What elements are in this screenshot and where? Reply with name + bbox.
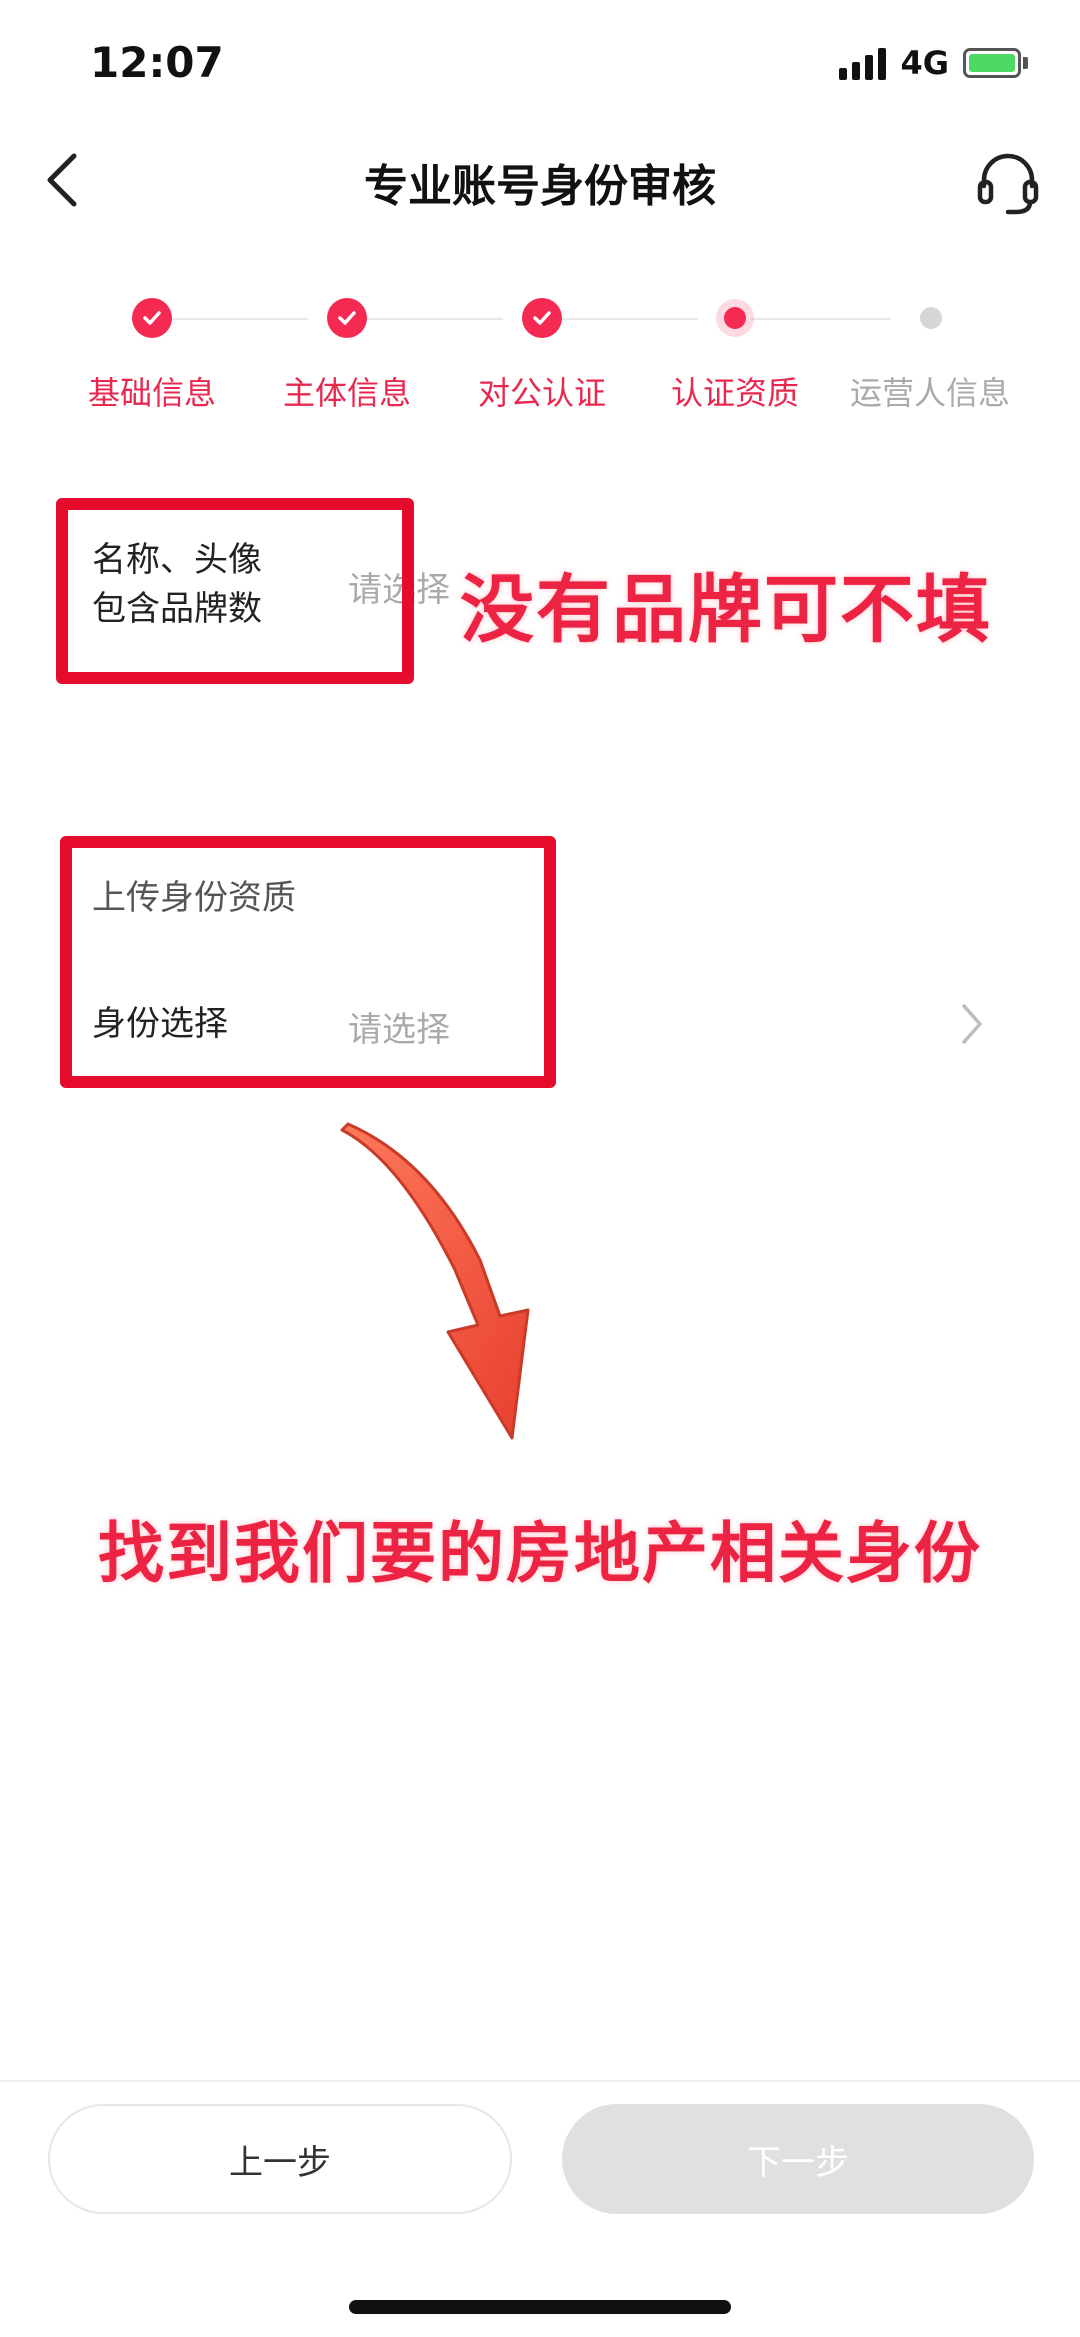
annotation-arrow-icon: [340, 1122, 530, 1440]
signal-icon: [839, 46, 887, 80]
step-label-operator-info: 运营人信息: [849, 374, 1010, 412]
chevron-right-icon[interactable]: [956, 1000, 986, 1048]
step-5-pending-dot: [920, 307, 942, 329]
progress-stepper: 基础信息 主体信息 对公认证 认证资质 运营人信息: [0, 296, 1080, 426]
step-label-corporate-verify: 对公认证: [477, 374, 606, 412]
step-4-current-dot: [724, 307, 746, 329]
annotation-no-brand: 没有品牌可不填: [460, 567, 992, 653]
step-label-basic-info: 基础信息: [87, 374, 216, 412]
home-indicator[interactable]: [349, 2300, 731, 2314]
annotation-find-real-estate-identity: 找到我们要的房地产相关身份: [98, 1515, 982, 1592]
previous-step-button[interactable]: 上一步: [48, 2104, 512, 2214]
step-3-check-icon: [522, 298, 562, 338]
network-type: 4G: [900, 44, 949, 82]
step-2-check-icon: [327, 298, 367, 338]
headset-icon[interactable]: [976, 150, 1040, 216]
step-1-check-icon: [132, 298, 172, 338]
next-step-button[interactable]: 下一步: [562, 2104, 1034, 2214]
battery-icon: [963, 48, 1028, 78]
status-time: 12:07: [90, 38, 224, 87]
step-label-qualification: 认证资质: [670, 374, 799, 412]
step-label-entity-info: 主体信息: [282, 374, 411, 412]
highlight-box-identity: [60, 836, 556, 1088]
page-title: 专业账号身份审核: [364, 161, 716, 212]
status-icons: 4G: [839, 44, 1028, 82]
highlight-box-brand: [56, 498, 414, 684]
bottom-divider: [0, 2080, 1080, 2082]
